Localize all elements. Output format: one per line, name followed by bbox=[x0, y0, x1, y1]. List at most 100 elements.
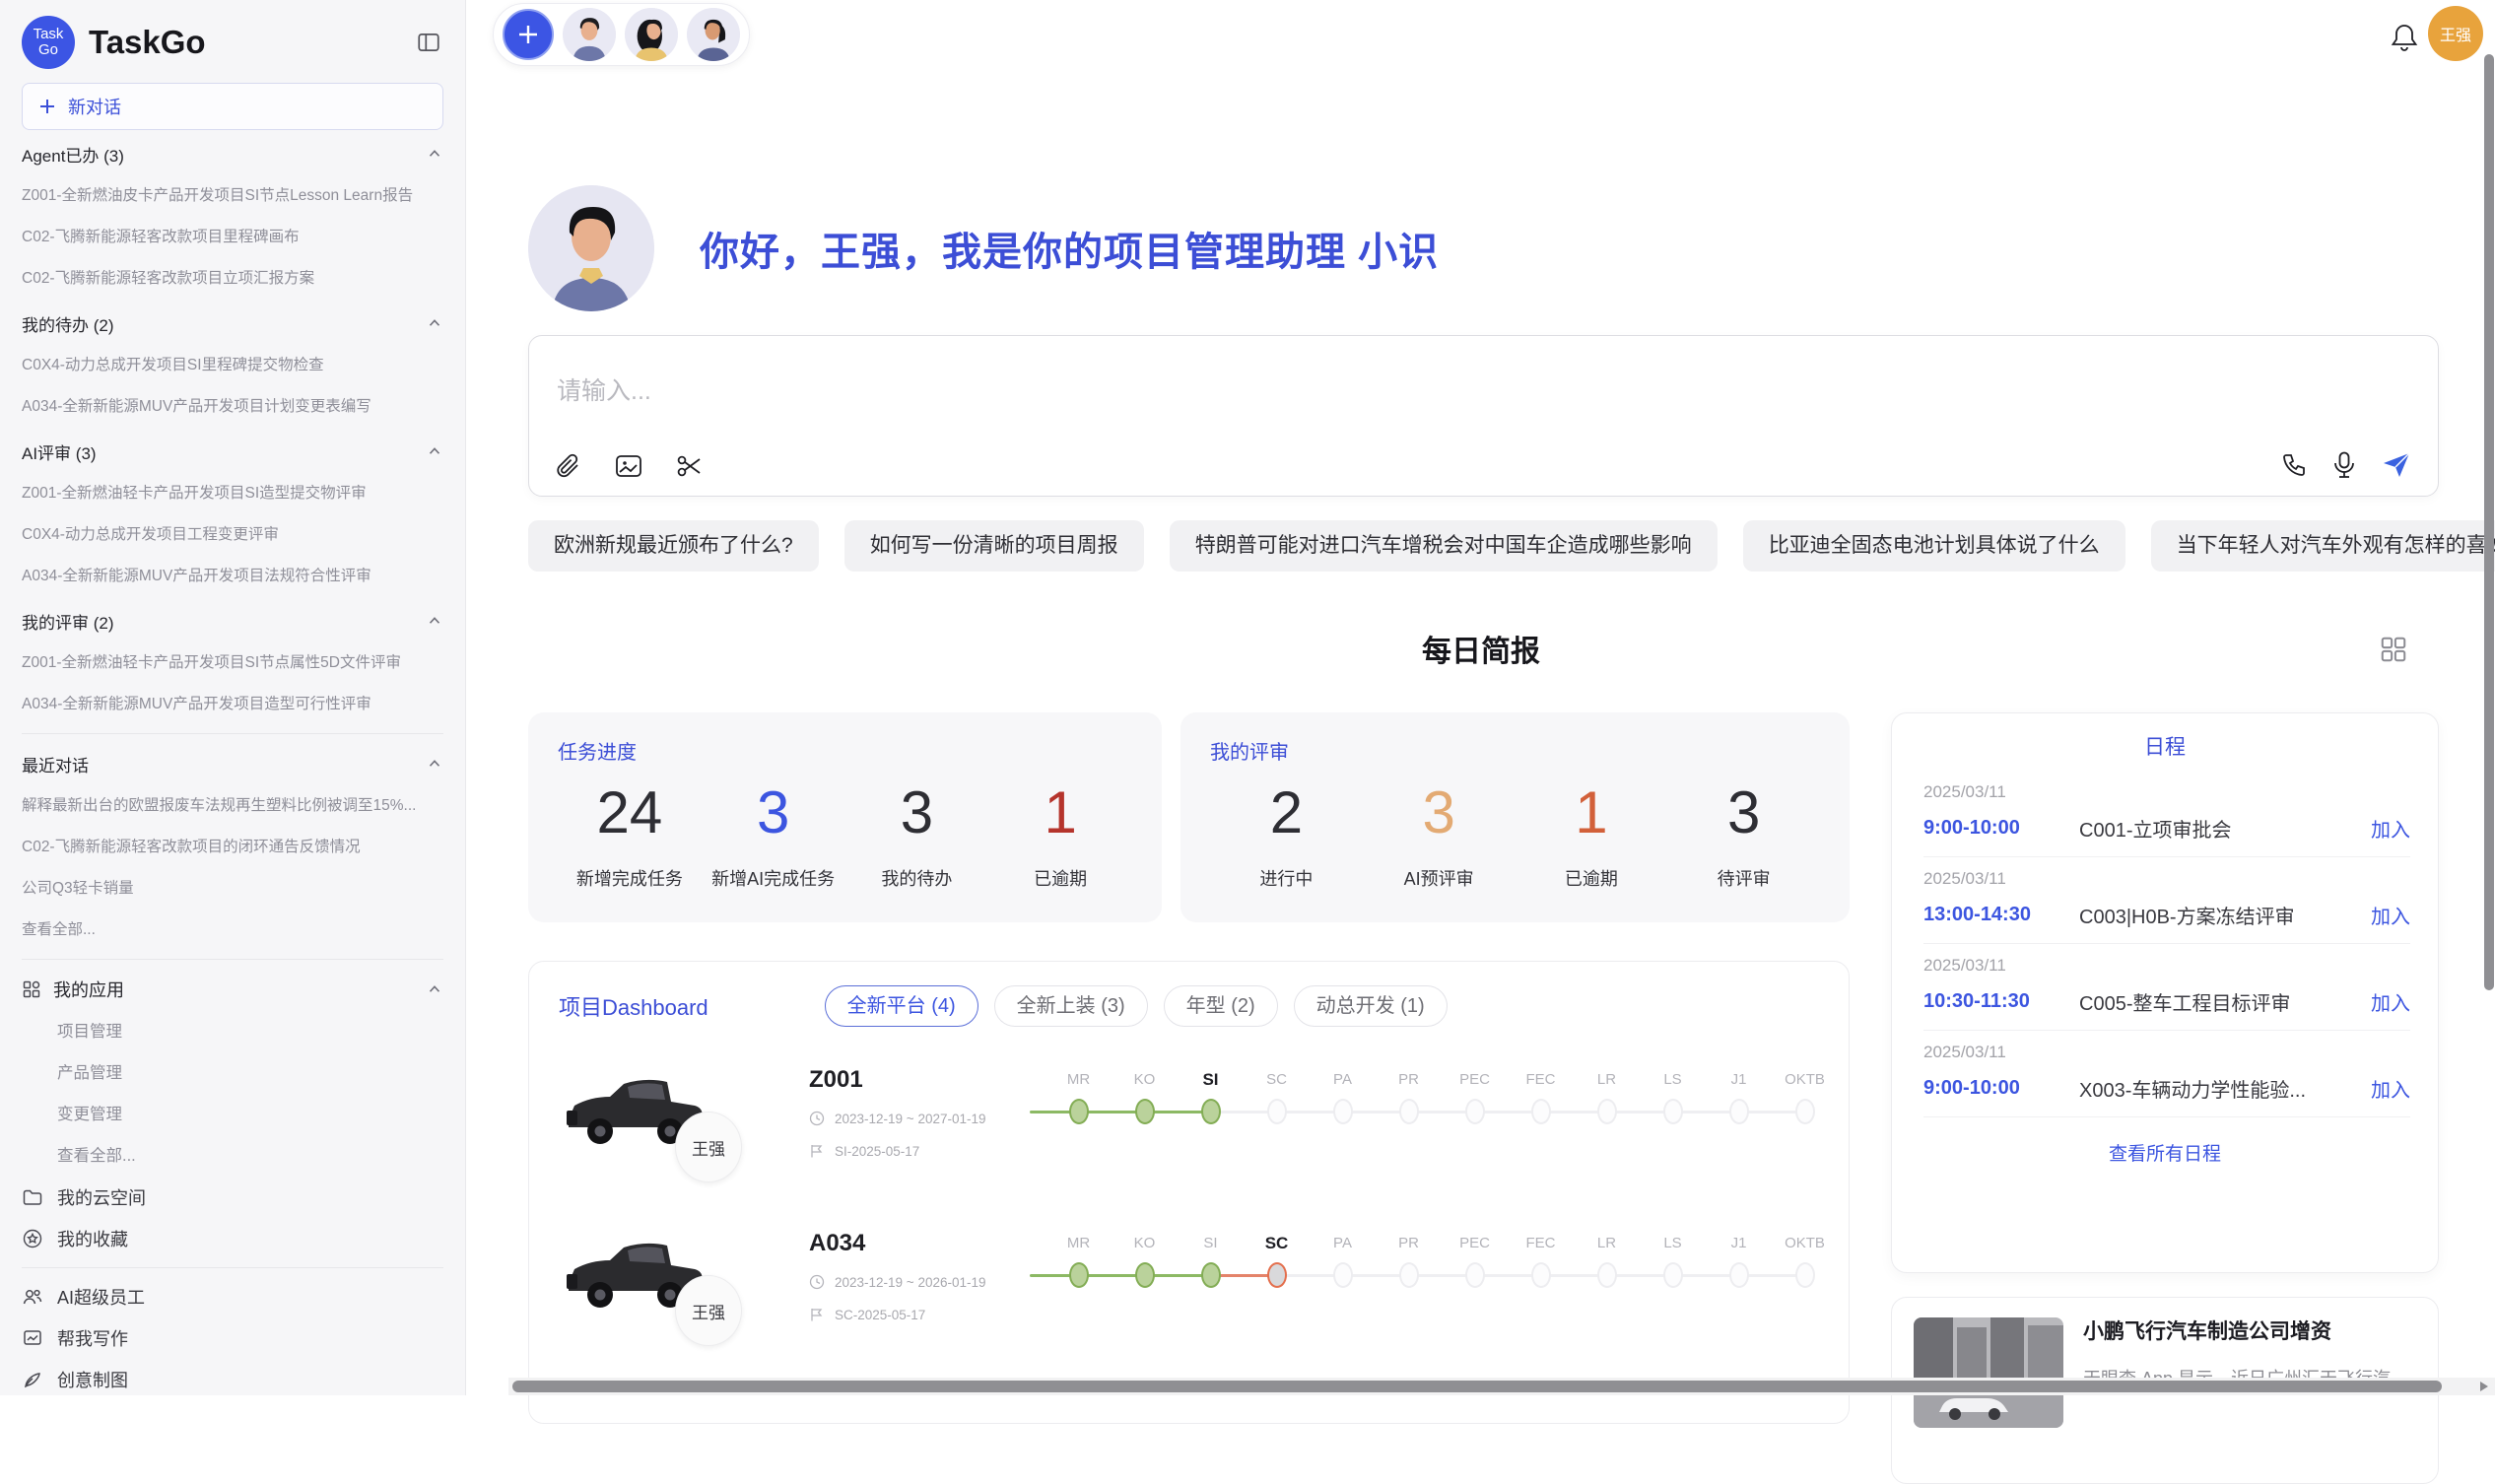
assistant-avatar bbox=[528, 185, 654, 311]
task-progress-card: 任务进度 24 新增完成任务 3 新增AI完成任务 3 我的待办 1 已逾期 bbox=[528, 712, 1162, 922]
list-item[interactable]: A034-全新新能源MUV产品开发项目法规符合性评审 bbox=[22, 556, 443, 597]
join-button[interactable]: 加入 bbox=[2371, 1074, 2410, 1103]
list-item[interactable]: C02-飞腾新能源轻客改款项目里程碑画布 bbox=[22, 217, 443, 258]
section-agent-done[interactable]: Agent已办 (3) bbox=[22, 132, 443, 175]
chat-composer[interactable]: 请输入... bbox=[528, 335, 2439, 497]
list-item[interactable]: Z001-全新燃油皮卡产品开发项目SI节点Lesson Learn报告 bbox=[22, 175, 443, 217]
section-my-apps[interactable]: 我的应用 bbox=[22, 968, 443, 1011]
schedule-time: 13:00-14:30 bbox=[1923, 904, 2079, 926]
stat-new-ai-done: 3 新增AI完成任务 bbox=[702, 775, 845, 891]
schedule-item: 2025/03/11 13:00-14:30 C003|H0B-方案冻结评审 加… bbox=[1923, 857, 2410, 944]
project-milestone-date: SI-2025-05-17 bbox=[809, 1143, 986, 1159]
list-item[interactable]: 解释最新出台的欧盟报废车法规再生塑料比例被调至15%... bbox=[22, 785, 443, 827]
schedule-date: 2025/03/11 bbox=[1923, 1043, 2410, 1062]
list-item[interactable]: C0X4-动力总成开发项目工程变更评审 bbox=[22, 514, 443, 556]
app-item-change-mgmt[interactable]: 变更管理 bbox=[22, 1094, 443, 1135]
add-member-button[interactable] bbox=[503, 9, 554, 60]
schedule-card: 日程 2025/03/11 9:00-10:00 C001-立项审批会 加入 2… bbox=[1891, 712, 2439, 1273]
stat-ai-pre-review: 3 AI预评审 bbox=[1363, 775, 1516, 891]
schedule-item: 2025/03/11 9:00-10:00 C001-立项审批会 加入 bbox=[1923, 771, 2410, 857]
schedule-event: C001-立项审批会 bbox=[2079, 814, 2357, 843]
voice-call-icon[interactable] bbox=[2280, 451, 2308, 479]
project-milestone-date: SC-2025-05-17 bbox=[809, 1307, 986, 1322]
sidebar-item-ai-super-staff[interactable]: AI超级员工 bbox=[22, 1276, 443, 1317]
current-milestone-label: SC bbox=[1244, 1232, 1310, 1255]
stat-new-done: 24 新增完成任务 bbox=[558, 775, 702, 891]
app-item-product-mgmt[interactable]: 产品管理 bbox=[22, 1052, 443, 1094]
list-item[interactable]: C02-飞腾新能源轻客改款项目立项汇报方案 bbox=[22, 258, 443, 300]
join-button[interactable]: 加入 bbox=[2371, 987, 2410, 1016]
list-item[interactable]: Z001-全新燃油轻卡产品开发项目SI节点属性5D文件评审 bbox=[22, 642, 443, 684]
sidebar-item-help-write[interactable]: 帮我写作 bbox=[22, 1317, 443, 1359]
new-chat-button[interactable]: 新对话 bbox=[22, 83, 443, 130]
join-button[interactable]: 加入 bbox=[2371, 814, 2410, 843]
project-row[interactable]: 王强 A034 2023-12-19 ~ 2026-01-19 SC-2025-… bbox=[559, 1220, 1819, 1382]
scroll-right-arrow-icon[interactable] bbox=[2480, 1382, 2488, 1391]
suggestion-chip[interactable]: 如何写一份清晰的项目周报 bbox=[844, 520, 1144, 572]
attach-icon[interactable] bbox=[555, 452, 582, 480]
sidebar-item-creative-drawing[interactable]: 创意制图 bbox=[22, 1359, 443, 1400]
section-ai-review[interactable]: AI评审 (3) bbox=[22, 430, 443, 473]
list-item[interactable]: A034-全新新能源MUV产品开发项目计划变更表编写 bbox=[22, 386, 443, 428]
project-dates: 2023-12-19 ~ 2026-01-19 bbox=[809, 1274, 986, 1290]
logo-text-top: Task bbox=[34, 27, 64, 42]
daily-briefing-title: 每日简报 bbox=[467, 627, 2495, 670]
send-icon[interactable] bbox=[2381, 450, 2412, 480]
logo-row: Task Go TaskGo bbox=[22, 14, 443, 71]
avatar[interactable] bbox=[563, 8, 616, 61]
briefing-layout-icon[interactable] bbox=[2379, 635, 2408, 664]
project-row[interactable]: 王强 Z001 2023-12-19 ~ 2027-01-19 SI-2025-… bbox=[559, 1056, 1819, 1218]
microphone-icon[interactable] bbox=[2331, 450, 2357, 480]
suggestion-chip[interactable]: 当下年轻人对汽车外观有怎样的喜好趋势 bbox=[2151, 520, 2495, 572]
list-item[interactable]: C02-飞腾新能源轻客改款项目的闭环通告反馈情况 bbox=[22, 827, 443, 868]
plus-icon bbox=[38, 98, 56, 115]
avatar[interactable] bbox=[687, 8, 740, 61]
section-title: 我的评审 (2) bbox=[22, 609, 114, 634]
list-item[interactable]: C0X4-动力总成开发项目SI里程碑提交物检查 bbox=[22, 345, 443, 386]
section-my-review[interactable]: 我的评审 (2) bbox=[22, 599, 443, 642]
tab-all-new-platform[interactable]: 全新平台 (4) bbox=[825, 985, 978, 1027]
tab-model-year[interactable]: 年型 (2) bbox=[1164, 985, 1278, 1027]
greeting-text: 你好，王强，我是你的项目管理助理 小识 bbox=[700, 220, 1439, 277]
news-image bbox=[1914, 1317, 2063, 1428]
card-title: 我的评审 bbox=[1210, 736, 1820, 765]
user-avatar[interactable]: 王强 bbox=[2428, 6, 2483, 61]
schedule-date: 2025/03/11 bbox=[1923, 782, 2410, 802]
list-item[interactable]: Z001-全新燃油轻卡产品开发项目SI造型提交物评审 bbox=[22, 473, 443, 514]
news-title: 小鹏飞行汽车制造公司增资 bbox=[2083, 1317, 2405, 1347]
schedule-event: C003|H0B-方案冻结评审 bbox=[2079, 901, 2357, 929]
horizontal-scrollbar[interactable] bbox=[508, 1378, 2495, 1395]
section-recent-chats[interactable]: 最近对话 bbox=[22, 742, 443, 785]
horizontal-scrollbar-thumb[interactable] bbox=[512, 1381, 2442, 1392]
join-button[interactable]: 加入 bbox=[2371, 901, 2410, 929]
notification-bell-icon[interactable] bbox=[2390, 22, 2419, 53]
vertical-scrollbar-thumb[interactable] bbox=[2484, 54, 2494, 990]
section-title: Agent已办 (3) bbox=[22, 142, 124, 167]
list-item[interactable]: A034-全新新能源MUV产品开发项目造型可行性评审 bbox=[22, 684, 443, 725]
suggestion-chip[interactable]: 比亚迪全固态电池计划具体说了什么 bbox=[1743, 520, 2125, 572]
view-all-schedule-link[interactable]: 查看所有日程 bbox=[1892, 1139, 2438, 1166]
tab-new-upfit[interactable]: 全新上装 (3) bbox=[994, 985, 1148, 1027]
logo-text-bottom: Go bbox=[38, 42, 58, 58]
image-upload-icon[interactable] bbox=[614, 452, 643, 480]
schedule-item: 2025/03/11 9:00-10:00 X003-车辆动力学性能验... 加… bbox=[1923, 1031, 2410, 1117]
sidebar: Task Go TaskGo 新对话 Agent已办 (3) Z001-全新燃油… bbox=[0, 0, 466, 1395]
sidebar-collapse-icon[interactable] bbox=[414, 28, 443, 57]
app-item-project-mgmt[interactable]: 项目管理 bbox=[22, 1011, 443, 1052]
stat-my-todo: 3 我的待办 bbox=[845, 775, 989, 891]
suggestion-chip[interactable]: 欧洲新规最近颁布了什么? bbox=[528, 520, 819, 572]
sidebar-item-cloud-space[interactable]: 我的云空间 bbox=[22, 1177, 443, 1218]
section-title: AI评审 (3) bbox=[22, 439, 97, 464]
avatar[interactable] bbox=[625, 8, 678, 61]
app-title: TaskGo bbox=[89, 24, 414, 61]
divider bbox=[22, 1267, 443, 1268]
view-all-apps[interactable]: 查看全部... bbox=[22, 1135, 443, 1177]
team-member-pill bbox=[493, 3, 750, 66]
view-all-chats[interactable]: 查看全部... bbox=[22, 910, 443, 951]
tab-powertrain-dev[interactable]: 动总开发 (1) bbox=[1294, 985, 1448, 1027]
list-item[interactable]: 公司Q3轻卡销量 bbox=[22, 868, 443, 910]
scissors-icon[interactable] bbox=[675, 452, 705, 480]
section-my-todo[interactable]: 我的待办 (2) bbox=[22, 302, 443, 345]
sidebar-item-favorites[interactable]: 我的收藏 bbox=[22, 1218, 443, 1259]
suggestion-chip[interactable]: 特朗普可能对进口汽车增税会对中国车企造成哪些影响 bbox=[1170, 520, 1718, 572]
